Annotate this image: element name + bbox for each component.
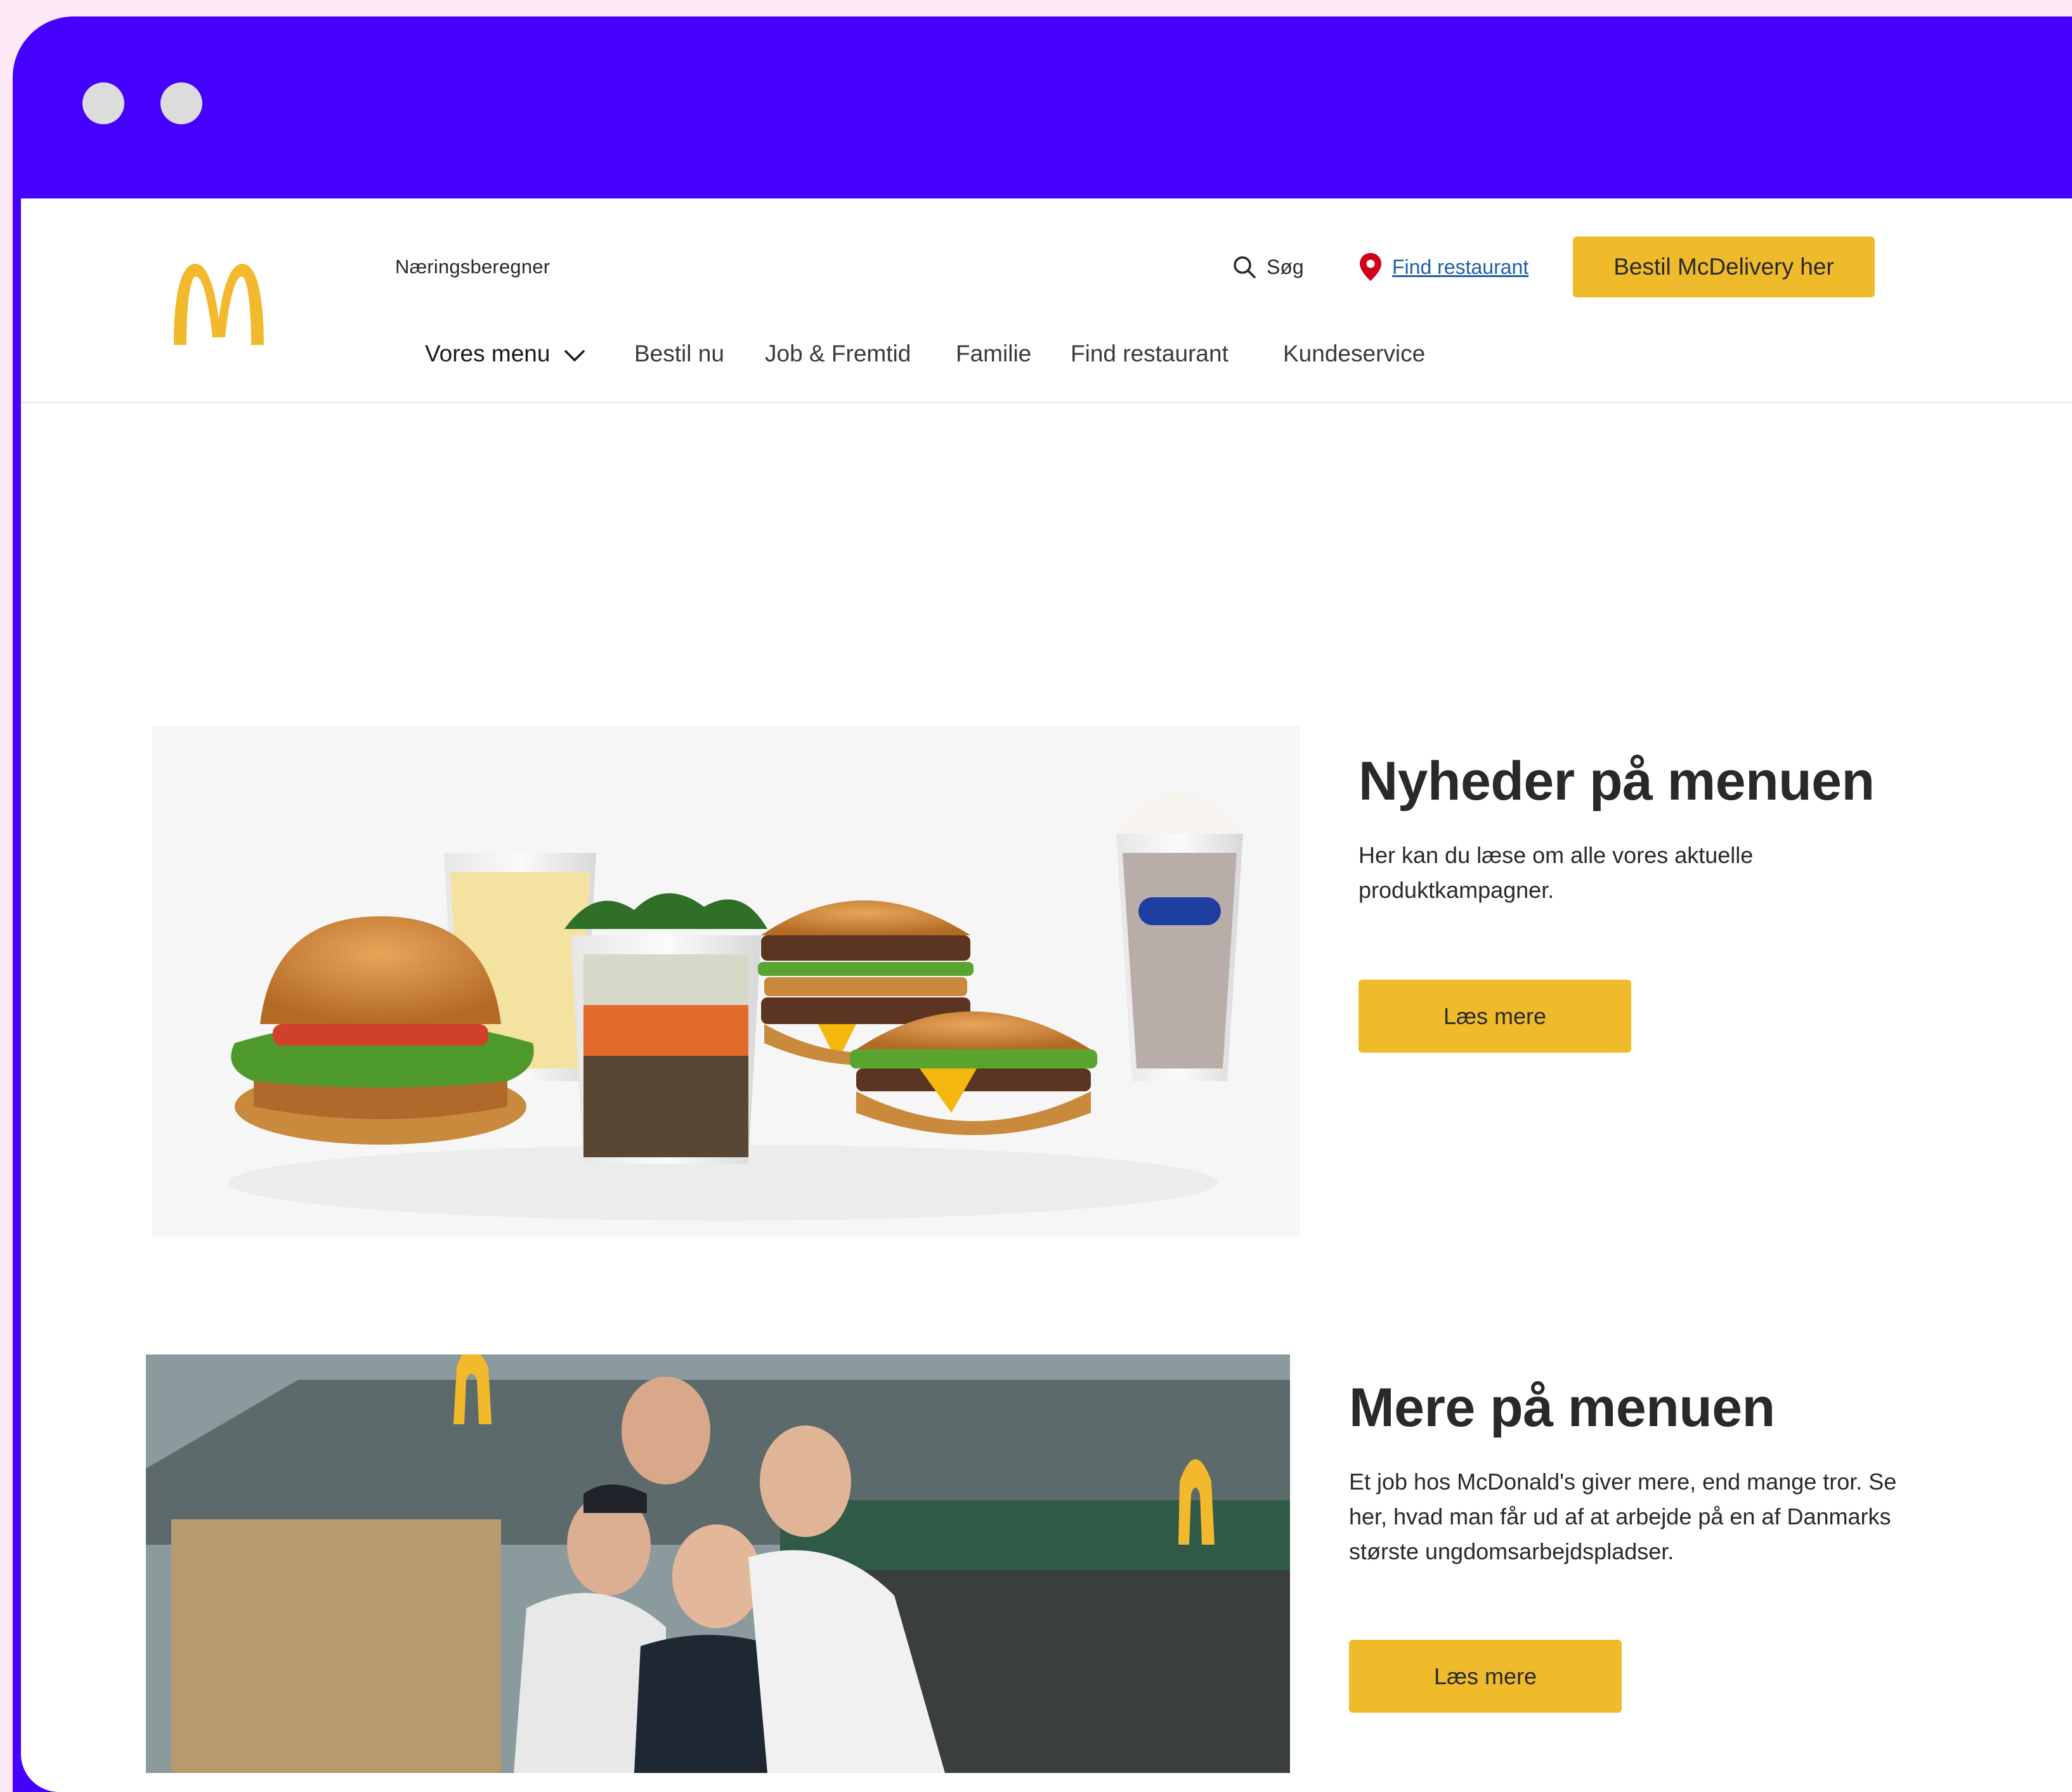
section-description: Et job hos McDonald's giver mere, end ma… — [1349, 1469, 1897, 1564]
page-viewport: Næringsberegner Søg Find restaurant Best… — [21, 198, 2072, 1792]
feature-section-more: Mere på menuen Et job hos McDonald's giv… — [21, 198, 2072, 1784]
employees-illustration — [146, 1354, 1290, 1773]
employees-photo — [146, 1354, 1290, 1773]
browser-window: Næringsberegner Søg Find restaurant Best… — [13, 16, 2072, 1792]
window-control-dot[interactable] — [160, 82, 202, 124]
read-more-button[interactable]: Læs mere — [1349, 1640, 1622, 1713]
section-title: Mere på menuen — [1349, 1377, 1775, 1438]
window-control-dot[interactable] — [82, 82, 124, 124]
